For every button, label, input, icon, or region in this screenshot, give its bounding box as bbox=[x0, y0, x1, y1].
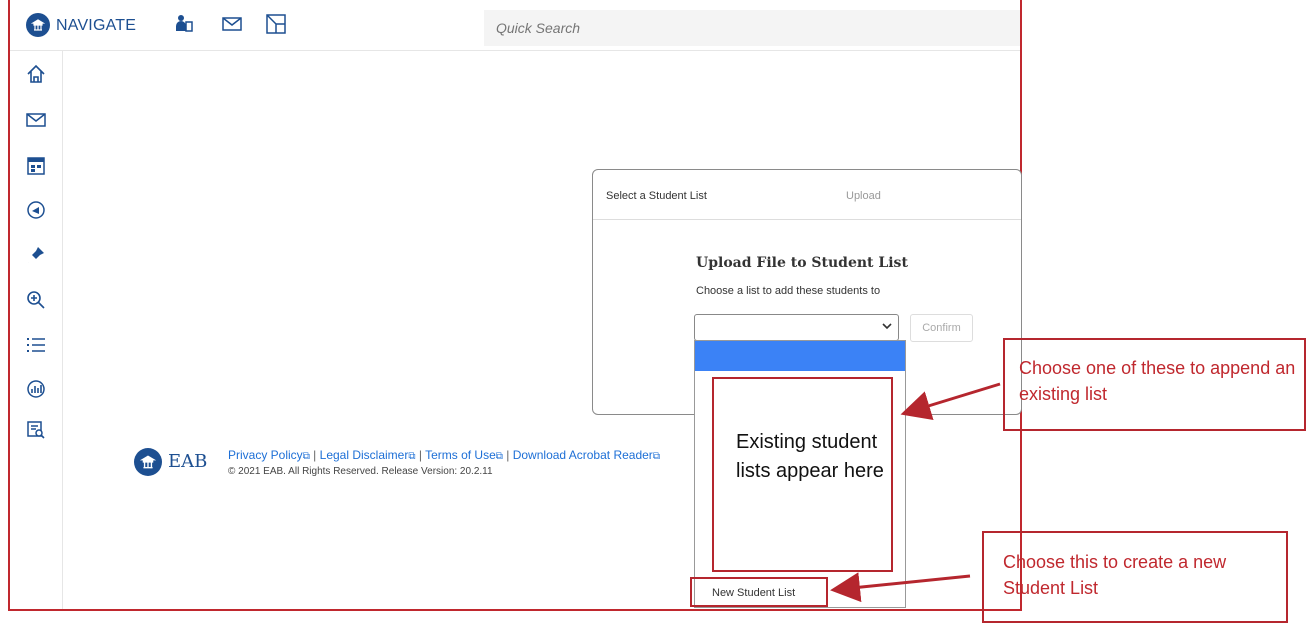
dropdown-option-highlighted[interactable] bbox=[695, 341, 905, 371]
quick-search-input[interactable] bbox=[484, 10, 1020, 46]
legal-disclaimer-link[interactable]: Legal Disclaimer bbox=[320, 448, 409, 462]
report-search-icon[interactable] bbox=[24, 418, 48, 442]
pin-icon[interactable] bbox=[24, 243, 48, 267]
footer-separator: | bbox=[418, 448, 422, 462]
app-brand[interactable]: NAVIGATE bbox=[56, 17, 136, 35]
chevron-down-icon bbox=[882, 319, 892, 333]
tab-select-student-list[interactable]: Select a Student List bbox=[606, 190, 707, 202]
footer-separator: | bbox=[506, 448, 510, 462]
external-link-icon: ⧉ bbox=[652, 451, 660, 462]
append-note-text: Choose one of these to append an existin… bbox=[1019, 358, 1296, 405]
create-note-text: Choose this to create a new Student List bbox=[1003, 552, 1227, 599]
analytics-icon[interactable] bbox=[24, 377, 48, 401]
navigate-logo-icon[interactable] bbox=[26, 13, 50, 37]
copyright-text: © 2021 EAB. All Rights Reserved. Release… bbox=[228, 466, 493, 477]
privacy-policy-link[interactable]: Privacy Policy bbox=[228, 448, 303, 462]
eab-logo-text: EAB bbox=[168, 451, 208, 472]
tab-upload[interactable]: Upload bbox=[846, 190, 881, 202]
students-icon[interactable] bbox=[172, 12, 196, 36]
confirm-button[interactable]: Confirm bbox=[910, 314, 973, 342]
left-sidebar bbox=[10, 50, 63, 609]
flow-icon[interactable] bbox=[264, 12, 288, 36]
terms-of-use-link[interactable]: Terms of Use bbox=[425, 448, 496, 462]
existing-lists-callout-text: Existing student lists appear here bbox=[736, 431, 884, 482]
panel-title: Upload File to Student List bbox=[696, 255, 908, 271]
external-link-icon: ⧉ bbox=[495, 451, 503, 462]
eab-logo-icon bbox=[134, 448, 162, 476]
student-list-select[interactable] bbox=[694, 314, 899, 341]
campaign-icon[interactable] bbox=[24, 198, 48, 222]
mail-icon[interactable] bbox=[24, 108, 48, 132]
list-icon[interactable] bbox=[24, 333, 48, 357]
footer-separator: | bbox=[313, 448, 317, 462]
top-bar: NAVIGATE bbox=[10, 0, 1020, 51]
zoom-icon[interactable] bbox=[24, 288, 48, 312]
new-list-highlight-box bbox=[690, 577, 828, 607]
external-link-icon: ⧉ bbox=[302, 451, 310, 462]
external-link-icon: ⧉ bbox=[408, 451, 416, 462]
panel-tabs: Select a Student List Upload bbox=[593, 170, 1021, 220]
home-icon[interactable] bbox=[24, 62, 48, 86]
calendar-icon[interactable] bbox=[24, 154, 48, 178]
mail-icon[interactable] bbox=[220, 12, 244, 36]
download-acrobat-link[interactable]: Download Acrobat Reader bbox=[513, 448, 653, 462]
footer-links: Privacy Policy⧉ | Legal Disclaimer⧉ | Te… bbox=[228, 448, 660, 462]
panel-subtitle: Choose a list to add these students to bbox=[696, 285, 881, 297]
